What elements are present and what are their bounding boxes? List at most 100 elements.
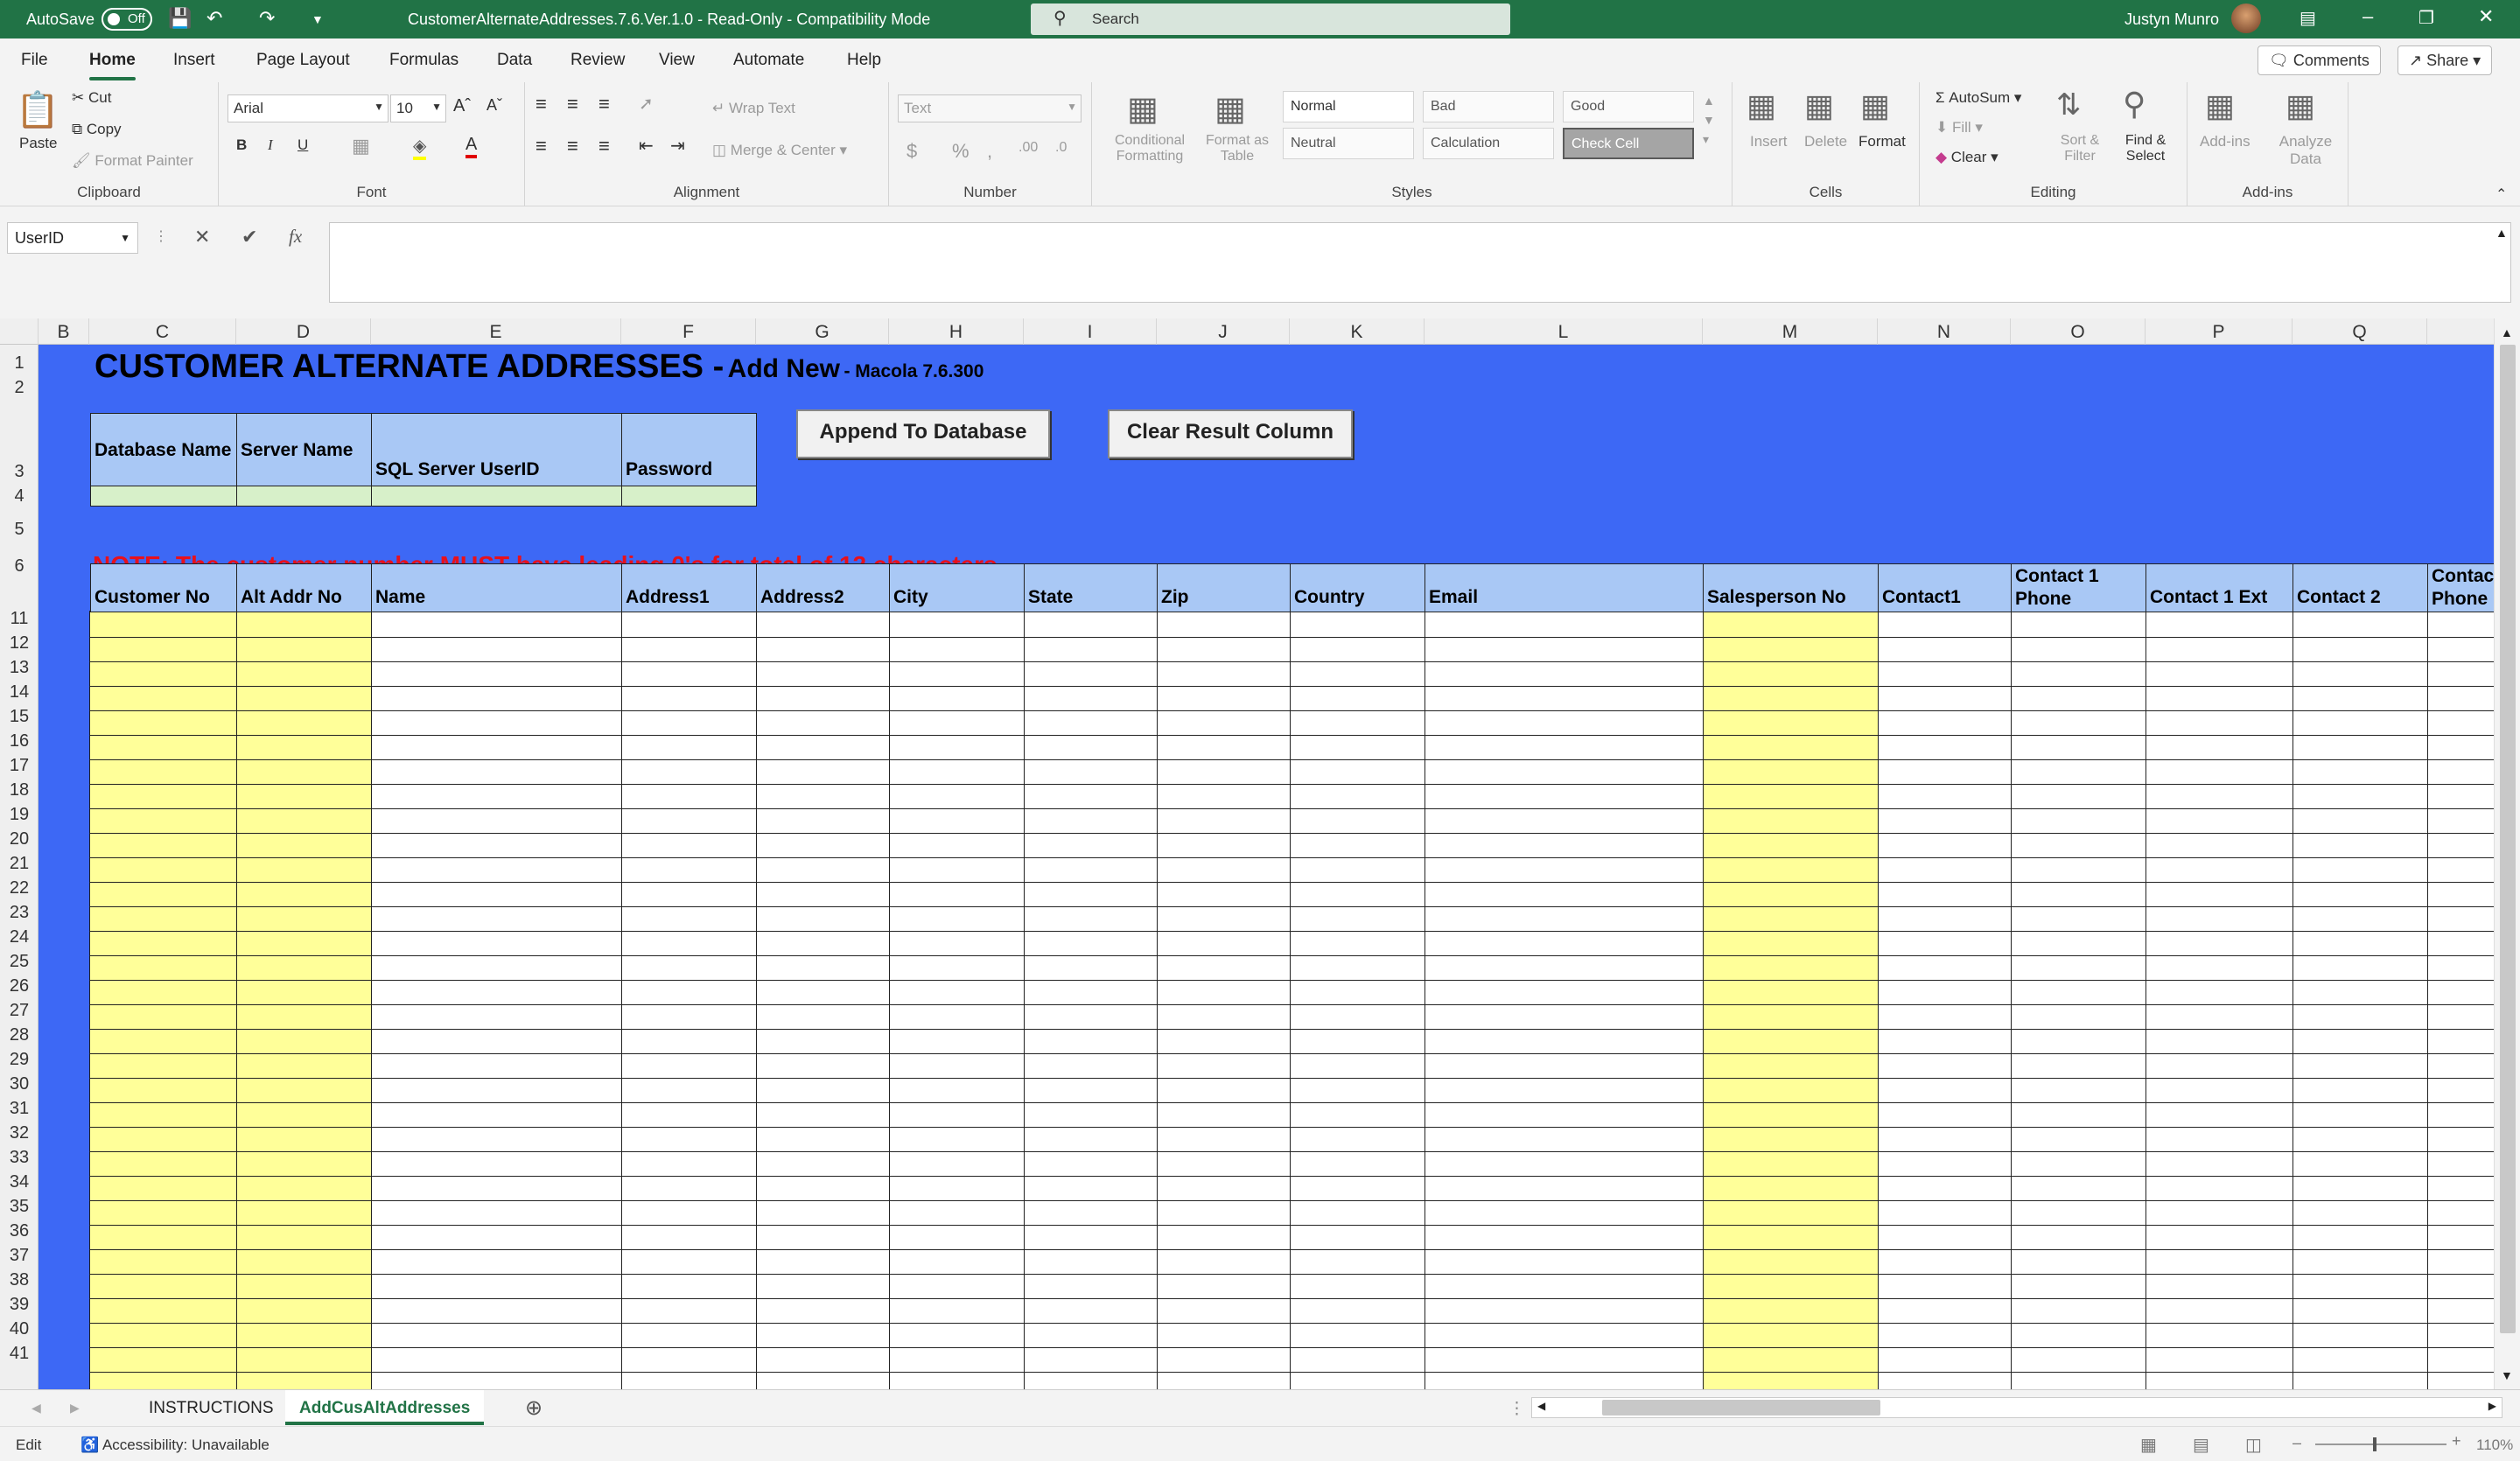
add-sheet-icon[interactable]: ⊕ — [525, 1395, 542, 1421]
row-header[interactable]: 15 — [0, 707, 38, 727]
sort-filter-icon[interactable]: ⇅ — [2056, 87, 2082, 122]
wrap-text-button[interactable]: ↵ Wrap Text — [712, 100, 795, 117]
autosum-button[interactable]: Σ AutoSum ▾ — [1936, 89, 2021, 107]
customize-qat-icon[interactable]: ▼ — [312, 12, 324, 26]
orientation-icon[interactable]: ➚ — [639, 93, 654, 115]
sheet-tab-instructions[interactable]: INSTRUCTIONS — [135, 1390, 288, 1425]
align-center-icon[interactable]: ≡ — [567, 135, 578, 157]
redo-icon[interactable]: ↷ — [259, 7, 275, 30]
column-header[interactable]: O — [2011, 318, 2146, 345]
clear-button[interactable]: ◆ Clear ▾ — [1936, 149, 1998, 166]
vertical-scroll-thumb[interactable] — [2500, 345, 2516, 1333]
format-cells-icon[interactable]: ▦ — [1860, 87, 1890, 124]
fill-button[interactable]: ⬇ Fill ▾ — [1936, 119, 1983, 136]
tab-review[interactable]: Review — [570, 51, 625, 70]
row-header[interactable]: 34 — [0, 1172, 38, 1192]
format-as-table-icon[interactable]: ▦ — [1214, 89, 1246, 129]
delete-cells-icon[interactable]: ▦ — [1804, 87, 1834, 124]
scroll-right-icon[interactable]: ▶ — [2488, 1400, 2496, 1412]
tab-page-layout[interactable]: Page Layout — [256, 51, 350, 70]
clear-result-column-button[interactable]: Clear Result Column — [1108, 409, 1353, 458]
addins-button[interactable]: Add-ins — [2200, 133, 2250, 150]
page-layout-view-icon[interactable]: ▤ — [2193, 1434, 2209, 1456]
zoom-level[interactable]: 110% — [2476, 1437, 2513, 1454]
tab-insert[interactable]: Insert — [173, 51, 215, 70]
find-select-icon[interactable]: ⚲ — [2123, 86, 2146, 122]
row-header[interactable]: 2 — [0, 378, 38, 398]
data-table-body[interactable] — [90, 611, 2494, 1389]
row-header[interactable]: 27 — [0, 1001, 38, 1021]
percent-icon[interactable]: % — [952, 140, 970, 163]
row-header[interactable]: 17 — [0, 756, 38, 776]
decrease-font-icon[interactable]: Aˇ — [486, 96, 502, 115]
scroll-down-icon[interactable]: ▼ — [2501, 1368, 2513, 1382]
row-header[interactable]: 14 — [0, 682, 38, 703]
delete-cells-button[interactable]: Delete — [1804, 133, 1847, 150]
password-input[interactable] — [621, 486, 757, 507]
align-right-icon[interactable]: ≡ — [598, 135, 610, 157]
addins-icon[interactable]: ▦ — [2205, 87, 2235, 124]
format-painter-button[interactable]: 🖌 Format Painter — [72, 152, 193, 170]
cut-button[interactable]: ✂ Cut — [72, 89, 111, 107]
font-color-icon[interactable]: A — [466, 135, 478, 158]
format-cells-button[interactable]: Format — [1858, 133, 1906, 150]
sheet-canvas[interactable]: CUSTOMER ALTERNATE ADDRESSES - Add New -… — [38, 345, 2506, 1389]
column-header[interactable]: Q — [2292, 318, 2427, 345]
column-header[interactable]: C — [89, 318, 236, 345]
row-header[interactable]: 38 — [0, 1270, 38, 1290]
save-icon[interactable]: 💾 — [168, 7, 192, 30]
italic-button[interactable]: I — [268, 136, 273, 154]
row-header[interactable]: 36 — [0, 1221, 38, 1241]
avatar[interactable] — [2231, 3, 2261, 33]
conditional-formatting-button[interactable]: Conditional Formatting — [1108, 133, 1192, 164]
row-header[interactable]: 22 — [0, 878, 38, 898]
tab-file[interactable]: File — [21, 51, 48, 70]
tab-automate[interactable]: Automate — [733, 51, 804, 70]
increase-font-icon[interactable]: Aˆ — [453, 96, 471, 116]
style-good[interactable]: Good — [1563, 91, 1694, 122]
ribbon-display-icon[interactable]: ▤ — [2300, 7, 2316, 29]
tab-splitter-icon[interactable]: ⋮ — [1508, 1399, 1525, 1419]
style-normal[interactable]: Normal — [1283, 91, 1414, 122]
conditional-formatting-icon[interactable]: ▦ — [1127, 89, 1158, 129]
zoom-in-icon[interactable]: + — [2452, 1432, 2461, 1451]
column-header[interactable]: P — [2146, 318, 2292, 345]
row-header[interactable]: 18 — [0, 780, 38, 800]
find-select-button[interactable]: Find & Select — [2112, 133, 2179, 164]
number-format-select[interactable]: Text ▼ — [898, 94, 1082, 122]
name-box[interactable]: UserID ▼ — [7, 222, 138, 254]
insert-cells-button[interactable]: Insert — [1750, 133, 1788, 150]
row-header[interactable]: 6 — [0, 556, 38, 577]
decrease-indent-icon[interactable]: ⇤ — [639, 135, 654, 157]
row-header[interactable]: 12 — [0, 633, 38, 654]
row-header[interactable]: 29 — [0, 1050, 38, 1070]
currency-icon[interactable]: $ — [906, 140, 917, 163]
scroll-up-icon[interactable]: ▲ — [2501, 325, 2513, 339]
column-header[interactable]: E — [371, 318, 621, 345]
increase-decimal-icon[interactable]: .00 — [1018, 140, 1038, 156]
copy-button[interactable]: ⧉ Copy — [72, 121, 122, 138]
tab-view[interactable]: View — [659, 51, 695, 70]
font-name-select[interactable]: Arial ▼ — [228, 94, 388, 122]
row-header[interactable]: 31 — [0, 1099, 38, 1119]
row-header[interactable]: 32 — [0, 1123, 38, 1143]
column-header[interactable]: B — [38, 318, 89, 345]
collapse-ribbon-icon[interactable]: ⌃ — [2496, 185, 2507, 203]
scroll-left-icon[interactable]: ◀ — [1537, 1400, 1545, 1412]
column-header[interactable]: I — [1024, 318, 1157, 345]
comments-button[interactable]: 🗨 Comments — [2258, 45, 2381, 75]
sheet-tab-addcusaltaddresses[interactable]: AddCusAltAddresses — [285, 1390, 485, 1425]
decrease-decimal-icon[interactable]: .0 — [1055, 140, 1067, 156]
undo-icon[interactable]: ↶ — [206, 7, 222, 30]
bold-button[interactable]: B — [236, 136, 247, 154]
formula-input[interactable] — [329, 222, 2511, 303]
column-header[interactable]: N — [1878, 318, 2011, 345]
database-name-input[interactable] — [90, 486, 237, 507]
row-header[interactable]: 3 — [0, 462, 38, 482]
row-header[interactable]: 39 — [0, 1295, 38, 1315]
row-header[interactable]: 26 — [0, 976, 38, 996]
format-as-table-button[interactable]: Format as Table — [1202, 133, 1272, 164]
server-name-input[interactable] — [236, 486, 372, 507]
row-header[interactable]: 37 — [0, 1246, 38, 1266]
align-bottom-icon[interactable]: ≡ — [598, 93, 610, 115]
